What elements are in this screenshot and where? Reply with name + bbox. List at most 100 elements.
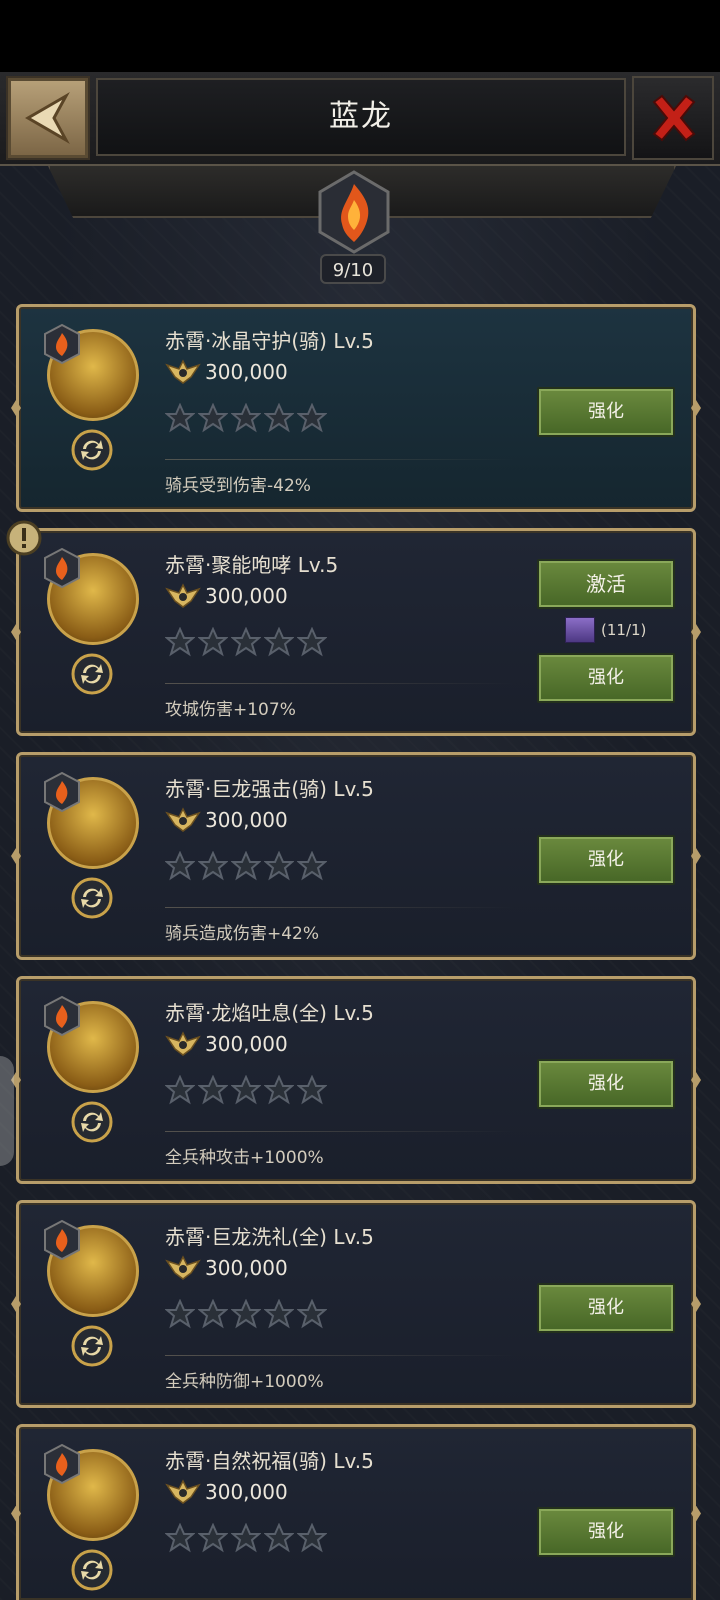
cost-row: 300,000 (165, 805, 288, 835)
star-icon (165, 403, 195, 433)
activate-button[interactable]: 激活 (537, 559, 675, 609)
star-icon (165, 1523, 195, 1553)
skill-book-icon (565, 617, 595, 643)
cost-row: 300,000 (165, 357, 288, 387)
star-icon (231, 1075, 261, 1105)
star-icon (198, 1523, 228, 1553)
flame-badge-icon (44, 1443, 80, 1485)
skill-effect: 全兵种攻击+1000% (165, 1148, 324, 1168)
divider (165, 1355, 515, 1356)
star-icon (264, 1299, 294, 1329)
skill-card: 赤霄·龙焰吐息(全) Lv.5 300,000 全兵种攻击+1000% 强化 (11, 976, 701, 1184)
title-plate: 蓝龙 (96, 78, 626, 156)
star-icon (297, 1075, 327, 1105)
skill-effect: 全兵种防御+1000% (165, 1372, 324, 1392)
upgrade-button[interactable]: 强化 (537, 1507, 675, 1557)
wing-coin-icon (165, 1255, 201, 1280)
star-icon (198, 1075, 228, 1105)
skill-card: 赤霄·巨龙强击(骑) Lv.5 300,000 骑兵造成伤害+42% 强化 (11, 752, 701, 960)
star-icon (165, 627, 195, 657)
upgrade-button[interactable]: 强化 (537, 835, 675, 885)
star-icon (264, 627, 294, 657)
skill-cost: 300,000 (205, 360, 288, 384)
skill-effect: 骑兵造成伤害+42% (165, 924, 320, 944)
requirement-count: (11/1) (601, 621, 647, 639)
skill-cost: 300,000 (205, 1256, 288, 1280)
skill-effect: 骑兵受到伤害-42% (165, 476, 311, 496)
skill-name: 赤霄·龙焰吐息(全) Lv.5 (165, 1001, 374, 1025)
star-icon (297, 627, 327, 657)
star-icon (198, 851, 228, 881)
swap-icon[interactable] (71, 429, 113, 471)
star-rating (165, 1523, 327, 1553)
upgrade-button[interactable]: 强化 (537, 1059, 675, 1109)
star-icon (165, 1075, 195, 1105)
divider (165, 1131, 515, 1132)
star-rating (165, 627, 327, 657)
flame-badge-icon (44, 323, 80, 365)
skill-card: 赤霄·巨龙洗礼(全) Lv.5 300,000 全兵种防御+1000% 强化 (11, 1200, 701, 1408)
star-rating (165, 403, 327, 433)
skill-name: 赤霄·巨龙强击(骑) Lv.5 (165, 777, 374, 801)
skill-name: 赤霄·聚能咆哮 Lv.5 (165, 553, 339, 577)
star-icon (297, 1299, 327, 1329)
wing-coin-icon (165, 359, 201, 384)
page-title: 蓝龙 (329, 99, 393, 134)
upgrade-button[interactable]: 强化 (537, 1283, 675, 1333)
flame-badge-icon (44, 995, 80, 1037)
swap-icon[interactable] (71, 653, 113, 695)
flame-badge-icon (44, 547, 80, 589)
activation-requirement: (11/1) (565, 617, 646, 643)
side-drawer-handle[interactable] (0, 1056, 14, 1166)
star-rating (165, 1299, 327, 1329)
star-icon (297, 1523, 327, 1553)
skill-name: 赤霄·冰晶守护(骑) Lv.5 (165, 329, 374, 353)
skill-name: 赤霄·巨龙洗礼(全) Lv.5 (165, 1225, 374, 1249)
close-button[interactable] (632, 76, 714, 160)
status-bar (0, 0, 720, 72)
skill-effect: 攻城伤害+107% (165, 700, 296, 720)
close-x-icon (652, 94, 696, 142)
cost-row: 300,000 (165, 1029, 288, 1059)
wing-coin-icon (165, 583, 201, 608)
wing-coin-icon (165, 1479, 201, 1504)
cost-row: 300,000 (165, 581, 288, 611)
upgrade-button[interactable]: 强化 (537, 387, 675, 437)
star-icon (264, 1523, 294, 1553)
star-icon (231, 1523, 261, 1553)
cost-row: 300,000 (165, 1253, 288, 1283)
header: 蓝龙 (0, 72, 720, 166)
skill-card: 赤霄·冰晶守护(骑) Lv.5 300,000 骑兵受到伤害-42% 强化 (11, 304, 701, 512)
star-rating (165, 1075, 327, 1105)
star-icon (165, 1299, 195, 1329)
alert-icon (6, 520, 42, 556)
flame-emblem-icon (318, 170, 390, 254)
wing-coin-icon (165, 1031, 201, 1056)
star-icon (198, 1299, 228, 1329)
star-icon (231, 627, 261, 657)
skill-name: 赤霄·自然祝福(骑) Lv.5 (165, 1449, 374, 1473)
star-icon (198, 403, 228, 433)
star-icon (264, 403, 294, 433)
back-button[interactable] (6, 76, 90, 160)
skill-card: 赤霄·自然祝福(骑) Lv.5 300,000 强化 (11, 1424, 701, 1600)
star-icon (264, 1075, 294, 1105)
divider (165, 683, 515, 684)
star-icon (297, 403, 327, 433)
swap-icon[interactable] (71, 1549, 113, 1591)
skill-card: 赤霄·聚能咆哮 Lv.5 300,000 攻城伤害+107% 激活 (11/1)… (11, 528, 701, 736)
star-icon (264, 851, 294, 881)
flame-badge-icon (44, 771, 80, 813)
cost-row: 300,000 (165, 1477, 288, 1507)
swap-icon[interactable] (71, 1325, 113, 1367)
swap-icon[interactable] (71, 877, 113, 919)
skill-cost: 300,000 (205, 1032, 288, 1056)
progress-counter: 9/10 (320, 254, 386, 284)
star-icon (231, 1299, 261, 1329)
upgrade-button[interactable]: 强化 (537, 653, 675, 703)
star-icon (297, 851, 327, 881)
star-icon (231, 851, 261, 881)
star-icon (198, 627, 228, 657)
wing-coin-icon (165, 807, 201, 832)
swap-icon[interactable] (71, 1101, 113, 1143)
